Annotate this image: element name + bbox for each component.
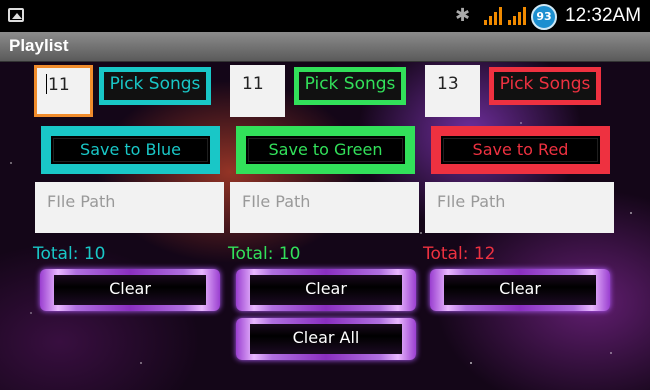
save-to-red-button[interactable]: Save to Red: [431, 126, 610, 174]
green-total-label: Total: 10: [228, 244, 301, 264]
red-total-label: Total: 12: [423, 244, 496, 264]
green-file-path-placeholder: FIle Path: [242, 192, 311, 211]
clear-blue-label: Clear: [109, 279, 151, 298]
green-count-value: 11: [242, 74, 264, 94]
battery-indicator: 93: [531, 4, 557, 30]
title-bar: Playlist: [0, 32, 650, 62]
image-icon: [8, 8, 24, 22]
red-count-input[interactable]: 13: [425, 65, 480, 117]
clear-red-button[interactable]: Clear: [430, 269, 610, 311]
save-to-green-button[interactable]: Save to Green: [236, 126, 415, 174]
clear-all-label: Clear All: [292, 328, 360, 347]
pick-songs-blue-button[interactable]: Pick Songs: [99, 67, 211, 105]
pick-songs-green-button[interactable]: Pick Songs: [294, 67, 406, 105]
clear-red-label: Clear: [499, 279, 541, 298]
red-file-path-input[interactable]: FIle Path: [425, 182, 614, 233]
blue-count-input[interactable]: 11: [34, 65, 93, 117]
signal-icon: [508, 7, 528, 25]
bluetooth-icon: ✱: [455, 5, 471, 26]
clear-green-label: Clear: [305, 279, 347, 298]
clear-green-button[interactable]: Clear: [236, 269, 416, 311]
clock: 12:32AM: [565, 5, 642, 26]
clear-blue-button[interactable]: Clear: [40, 269, 220, 311]
blue-file-path-placeholder: FIle Path: [47, 192, 116, 211]
blue-total-label: Total: 10: [33, 244, 106, 264]
blue-count-value: 11: [48, 75, 70, 95]
clear-all-button[interactable]: Clear All: [236, 318, 416, 360]
red-file-path-placeholder: FIle Path: [437, 192, 506, 211]
save-to-blue-button[interactable]: Save to Blue: [41, 126, 220, 174]
green-file-path-input[interactable]: FIle Path: [230, 182, 419, 233]
status-bar: ✱ 93 12:32AM: [0, 0, 650, 32]
red-count-value: 13: [437, 74, 459, 94]
green-count-input[interactable]: 11: [230, 65, 285, 117]
pick-songs-red-button[interactable]: Pick Songs: [489, 67, 601, 105]
page-title: Playlist: [9, 36, 69, 55]
signal-icon: [484, 7, 504, 25]
blue-file-path-input[interactable]: FIle Path: [35, 182, 224, 233]
